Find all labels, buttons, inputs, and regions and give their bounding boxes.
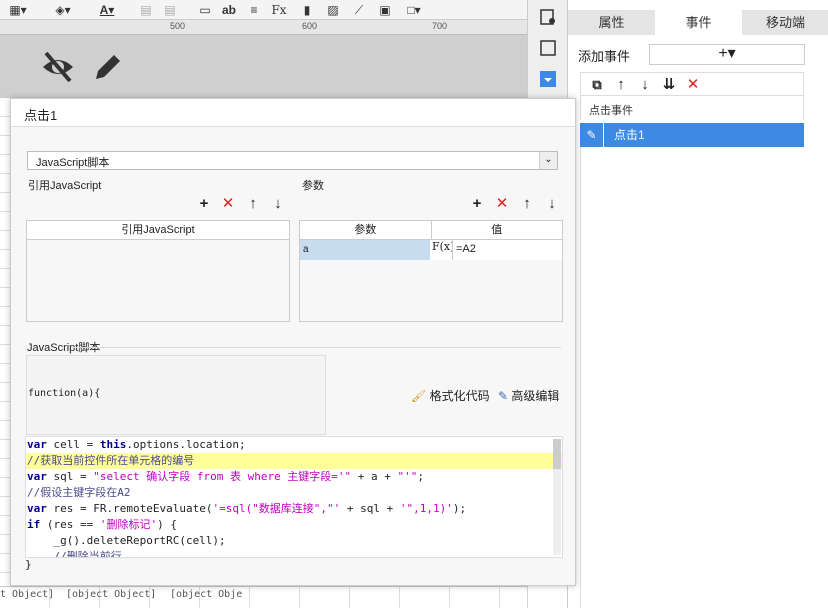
code-line: //假设主键字段在A2 <box>27 486 131 499</box>
event-list-body <box>580 147 804 608</box>
format-code-label: 格式化代码 <box>429 389 490 403</box>
param-col-header: 参数 <box>354 224 377 236</box>
vertical-toolbar <box>527 0 567 100</box>
frame-icon[interactable]: □▾ <box>400 1 428 19</box>
copy-icon[interactable]: ⧉ <box>587 75 607 95</box>
event-toolbar: ⧉ ↑ ↓ ⇊ ✕ <box>580 72 804 96</box>
event-icon[interactable] <box>538 69 558 89</box>
param-table-header: 参数 值 <box>300 221 562 240</box>
move-up-icon[interactable]: ↑ <box>611 75 631 95</box>
chevron-down-icon[interactable]: ⌄ <box>539 152 557 169</box>
add-event-label: 添加事件 <box>578 49 631 64</box>
script-type-select[interactable]: JavaScript脚本 ⌄ <box>27 151 558 170</box>
code-line: //删除当前行 <box>27 550 122 558</box>
format-code-button[interactable]: 🖌 格式化代码 <box>411 387 490 404</box>
cell-icon[interactable]: ▤ <box>138 1 154 19</box>
param-row[interactable]: a F(x) =A2 <box>300 240 562 260</box>
move-bottom-icon[interactable]: ⇊ <box>659 75 679 95</box>
cell-text: [object Object] <box>66 589 157 600</box>
text-icon[interactable]: ab <box>220 1 238 19</box>
code-line: var sql = "select 确认字段 from 表 where 主键字段… <box>27 470 425 483</box>
ref-up-icon[interactable]: ↑ <box>244 195 262 213</box>
edit-icon[interactable]: ✎ <box>580 123 604 147</box>
tab-properties[interactable]: 属性 <box>568 10 655 35</box>
widget-settings-icon[interactable] <box>538 7 558 27</box>
ruler-tick: 500 <box>170 21 186 31</box>
textbox-icon[interactable]: ▭ <box>196 1 214 19</box>
background-toolbar: ▦▾ ◈▾ A▾ ▤ ▤ ▭ ab ≡ Fx ▮ ▨ ⟋ ▣ □▾ <box>0 0 527 20</box>
edit-pencil-icon[interactable] <box>90 49 126 85</box>
script-type-value: JavaScript脚本 <box>36 157 110 169</box>
formula-icon[interactable]: F(x) <box>430 240 454 260</box>
edit-icon: ✎ <box>498 389 509 403</box>
sheet-bottom-row: t Object] [object Object] [object Obje <box>0 586 527 608</box>
chart-icon[interactable]: ▮ <box>298 1 316 19</box>
code-scrollbar[interactable] <box>553 439 561 555</box>
panel-tabs: 属性 事件 移动端 <box>568 10 828 35</box>
code-line: _g().deleteReportRC(cell); <box>27 534 226 547</box>
add-event-button[interactable]: +▾ <box>649 44 805 65</box>
divider <box>71 347 561 348</box>
subreport-icon[interactable]: ▣ <box>376 1 394 19</box>
code-line: if (res == '删除标记') { <box>27 518 177 531</box>
image-icon[interactable]: ▨ <box>324 1 342 19</box>
delete-param-icon[interactable]: ✕ <box>493 195 511 213</box>
ruler: 500 600 700 <box>0 20 527 35</box>
widget-canvas <box>0 35 527 98</box>
slash-icon[interactable]: ⟋ <box>350 1 368 19</box>
tab-mobile[interactable]: 移动端 <box>742 10 828 35</box>
advanced-edit-button[interactable]: ✎ 高级编辑 <box>498 387 559 404</box>
cell-text: [object Obje <box>170 589 243 600</box>
code-line: var cell = this.options.location; <box>27 438 246 451</box>
brush-icon: 🖌 <box>411 389 427 403</box>
hidden-eye-icon[interactable] <box>40 49 76 85</box>
frame-icon[interactable] <box>538 38 558 58</box>
event-list-header: 点击事件 <box>580 96 804 120</box>
param-up-icon[interactable]: ↑ <box>518 195 536 213</box>
param-label: 参数 <box>302 180 324 192</box>
function-header: function(a){ <box>26 355 326 435</box>
table-icon[interactable]: ▤ <box>162 1 178 19</box>
value-col-header: 值 <box>430 221 563 239</box>
code-line: var res = FR.remoteEvaluate('=sql("数据库连接… <box>27 502 467 515</box>
delete-icon[interactable]: ✕ <box>683 75 703 95</box>
formula-icon[interactable]: Fx <box>270 1 288 19</box>
scroll-thumb[interactable] <box>553 439 561 469</box>
param-table: 参数 值 a F(x) =A2 <box>299 220 563 322</box>
param-down-icon[interactable]: ↓ <box>543 195 561 213</box>
sheet-grid-left <box>0 98 10 608</box>
fill-color-icon[interactable]: ◈▾ <box>52 1 74 19</box>
ref-js-label: 引用JavaScript <box>28 180 102 192</box>
ruler-tick: 700 <box>432 21 448 31</box>
ref-down-icon[interactable]: ↓ <box>269 195 287 213</box>
add-ref-icon[interactable]: + <box>195 195 213 213</box>
move-down-icon[interactable]: ↓ <box>635 75 655 95</box>
align-icon[interactable]: ≡ <box>246 1 262 19</box>
event-item-label: 点击1 <box>614 128 645 142</box>
font-color-icon[interactable]: A▾ <box>92 1 122 19</box>
param-name-cell[interactable]: a <box>300 240 430 260</box>
add-param-icon[interactable]: + <box>468 195 486 213</box>
dialog-title: 点击1 <box>11 99 575 127</box>
param-value-cell[interactable]: =A2 <box>452 240 562 260</box>
code-editor[interactable]: var cell = this.options.location; //获取当前… <box>25 436 563 558</box>
border-icon[interactable]: ▦▾ <box>8 1 28 19</box>
advanced-edit-label: 高级编辑 <box>511 389 560 403</box>
delete-ref-icon[interactable]: ✕ <box>219 195 237 213</box>
code-line: //获取当前控件所在单元格的编号 <box>26 453 562 469</box>
event-item[interactable]: ✎ 点击1 <box>580 123 804 147</box>
event-dialog: 点击1 JavaScript脚本 ⌄ 引用JavaScript 参数 + ✕ ↑… <box>10 98 576 586</box>
tab-events[interactable]: 事件 <box>655 10 742 35</box>
event-panel: 属性 事件 移动端 添加事件 +▾ ⧉ ↑ ↓ ⇊ ✕ 点击事件 ✎ 点击1 <box>567 0 828 608</box>
ref-js-table: 引用JavaScript <box>26 220 290 322</box>
ref-table-header: 引用JavaScript <box>27 221 289 240</box>
cell-text: t Object] <box>0 589 55 600</box>
ruler-tick: 600 <box>302 21 318 31</box>
function-close: } <box>25 558 32 571</box>
